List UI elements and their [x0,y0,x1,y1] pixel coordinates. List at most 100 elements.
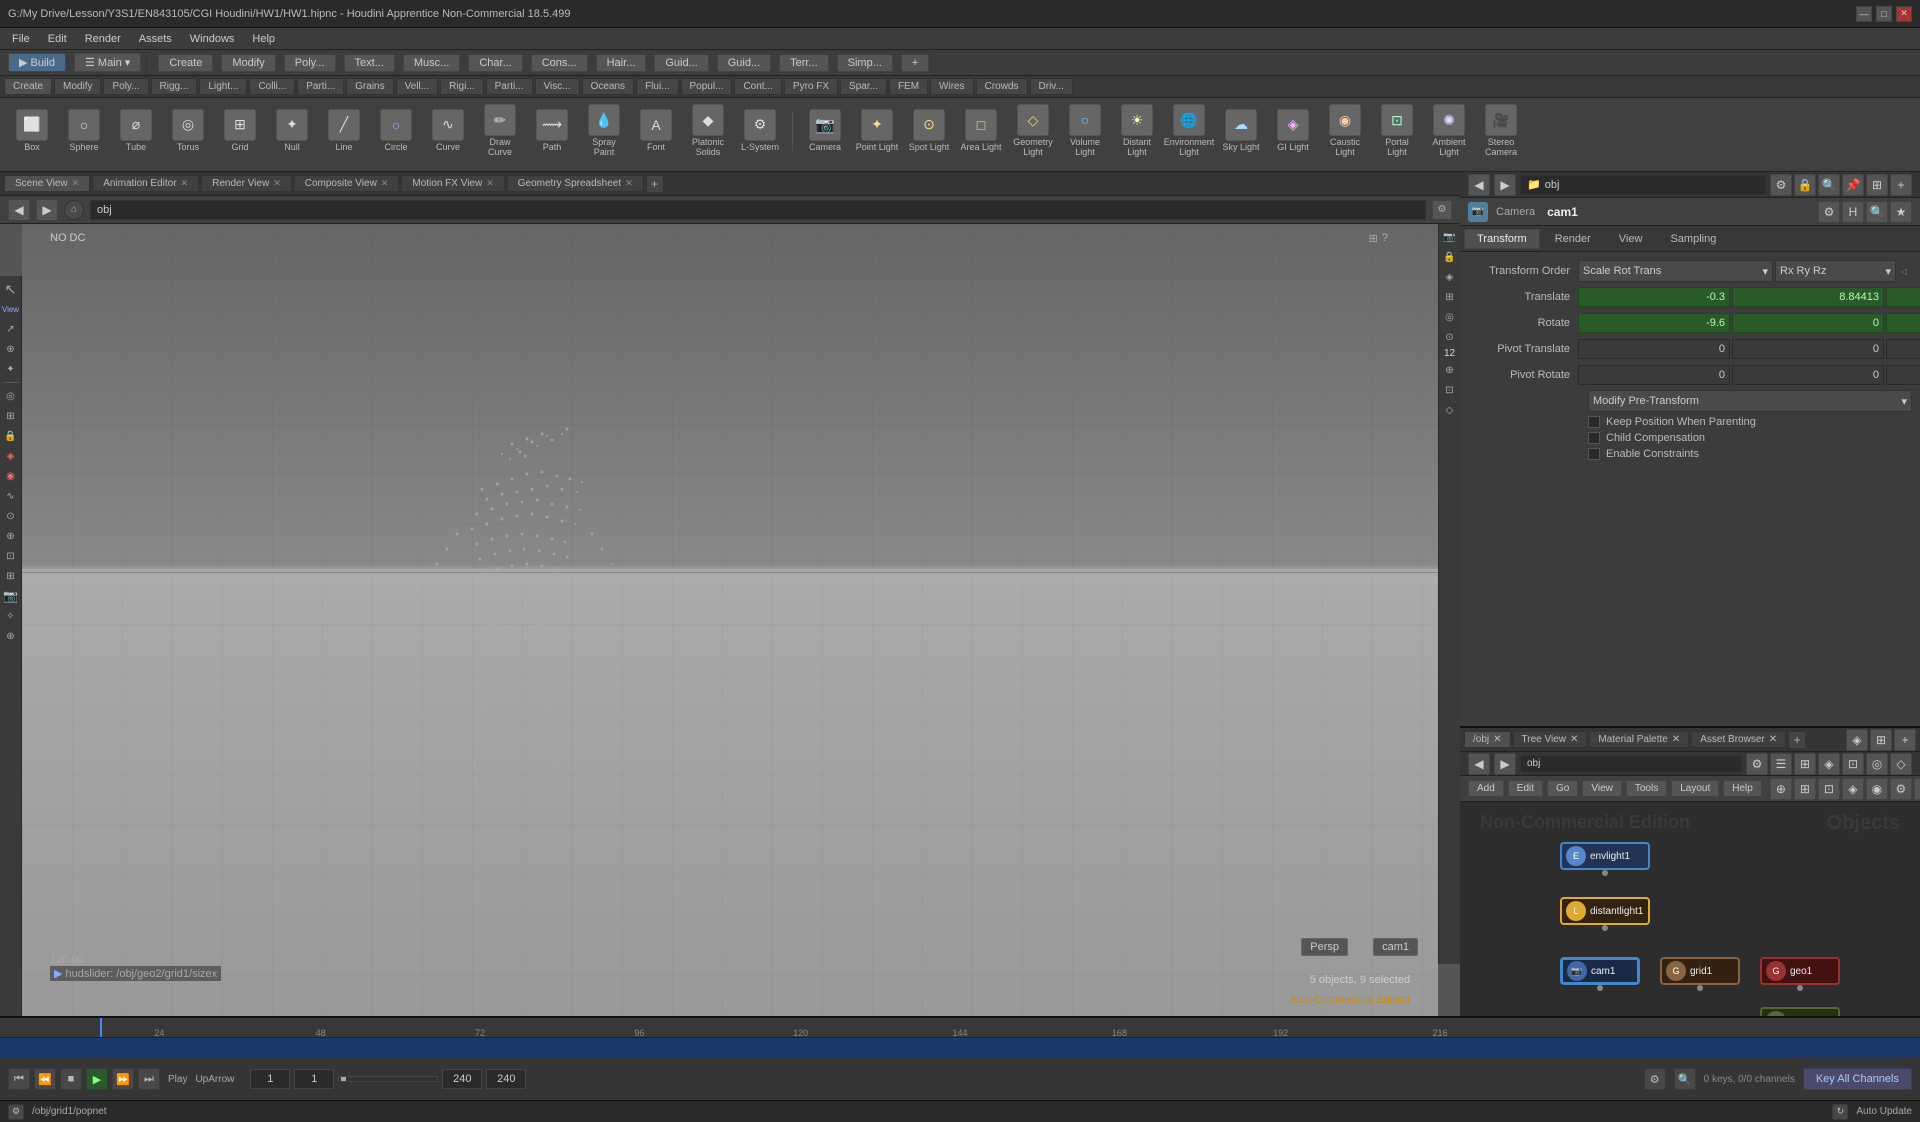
tab-motion-fx[interactable]: Motion FX View ✕ [401,175,504,192]
shelf-tab-flui[interactable]: Flui... [636,78,678,95]
tab-sampling-props[interactable]: Sampling [1657,229,1729,249]
tab-geo-spreadsheet[interactable]: Geometry Spreadsheet ✕ [507,175,644,192]
shelf-grid[interactable]: ⊞ Grid [216,107,264,155]
shelf-point-light[interactable]: ✦ Point Light [853,107,901,155]
tab-simp[interactable]: Simp... [837,54,893,72]
viewport-opt2[interactable]: ? [1382,232,1388,245]
shelf-curve[interactable]: ∿ Curve [424,107,472,155]
rp-search[interactable]: 🔍 [1818,174,1840,196]
step-back-btn[interactable]: ⏪ [34,1068,56,1090]
menu-help[interactable]: Help [244,31,283,47]
shelf-spray[interactable]: 💧 Spray Paint [580,102,628,160]
timeline-playhead[interactable] [100,1018,102,1037]
build-btn[interactable]: ▶ Build [8,53,66,72]
node-distantlight1-body[interactable]: L distantlight1 [1560,897,1650,925]
shelf-stereo-cam[interactable]: 🎥 Stereo Camera [1477,102,1525,160]
minimize-btn[interactable]: — [1856,6,1872,22]
shelf-lsystem[interactable]: ⚙ L-System [736,107,784,155]
geo-spreadsheet-close[interactable]: ✕ [625,178,633,189]
node-pin-btn[interactable]: ◈ [1846,729,1868,751]
tab-musc[interactable]: Musc... [403,54,460,72]
node-tab-tree[interactable]: Tree View ✕ [1513,731,1588,748]
node-tab-asset[interactable]: Asset Browser ✕ [1691,731,1786,748]
viewport-opt1[interactable]: ⊞ [1369,232,1378,245]
rt-extra2[interactable]: ⊡ [1441,381,1459,399]
node-grid1-body[interactable]: G grid1 [1660,957,1740,985]
shelf-circle[interactable]: ○ Circle [372,107,420,155]
node-extra3[interactable]: ◇ [1890,753,1912,775]
frame-slider[interactable] [338,1076,438,1082]
rotate-y[interactable] [1732,313,1884,333]
persp-btn[interactable]: Persp [1301,938,1348,956]
main-workspace-btn[interactable]: ☰ Main ▾ [74,53,141,72]
window-controls[interactable]: — □ ✕ [1856,6,1912,22]
tool-pivot[interactable]: ◎ [2,387,20,405]
node-geo1-body[interactable]: G geo1 [1760,957,1840,985]
shelf-tab-wire[interactable]: Wires [930,78,974,95]
tab-render-props[interactable]: Render [1542,229,1604,249]
tool-paint[interactable]: 🔒 [2,427,20,445]
shelf-geometry-light[interactable]: ◇ Geometry Light [1009,102,1057,160]
node-add-btn[interactable]: + [1894,729,1916,751]
shelf-tab-poly[interactable]: Poly... [103,78,148,95]
node-tab-asset-close[interactable]: ✕ [1769,734,1777,745]
shelf-font[interactable]: A Font [632,107,680,155]
cam-settings-btn[interactable]: ⚙ [1818,201,1840,223]
rp-add[interactable]: + [1890,174,1912,196]
node-snap2[interactable]: ⊞ [1794,778,1816,800]
composite-view-close[interactable]: ✕ [381,178,389,189]
status-settings[interactable]: ⚙ [8,1104,24,1120]
translate-z[interactable] [1886,287,1920,307]
rt-wire[interactable]: ⊙ [1441,328,1459,346]
rt-extra3[interactable]: ◇ [1441,401,1459,419]
node-tile-view[interactable]: ◈ [1818,753,1840,775]
tool-box-select[interactable]: ⊡ [2,547,20,565]
tool-lasso[interactable]: ⊕ [2,527,20,545]
add-node-tab[interactable]: + [1788,731,1806,749]
enable-constraints-checkbox[interactable] [1588,448,1600,460]
cam-search-btn[interactable]: 🔍 [1866,201,1888,223]
node-float-btn[interactable]: ⊞ [1870,729,1892,751]
node-geo2-body[interactable]: G geo2 [1760,1007,1840,1016]
keep-position-checkbox[interactable] [1588,416,1600,428]
node-settings-btn[interactable]: ⚙ [1746,753,1768,775]
translate-y[interactable] [1732,287,1884,307]
rp-fwd-btn[interactable]: ▶ [1494,174,1516,196]
viewport-3d[interactable]: ↖ View ↗ ⊕ ✦ ◎ ⊞ 🔒 ◈ ◉ ∿ ⊙ ⊕ ⊡ ⊞ 📷 ✧ ⊕ [0,224,1460,1016]
tool-camera-tool[interactable]: 📷 [2,587,20,605]
shelf-tab-cont[interactable]: Cont... [734,78,781,95]
shelf-tab-rigg[interactable]: Rigg... [151,78,198,95]
node-canvas[interactable]: Non-Commercial Edition Objects E envligh… [1460,802,1920,1016]
shelf-tab-popu[interactable]: Popul... [681,78,733,95]
node-go-btn[interactable]: Go [1547,780,1578,797]
node-grid-view[interactable]: ⊞ [1794,753,1816,775]
tool-select2[interactable]: ↗ [2,320,20,338]
shelf-sky-light[interactable]: ☁ Sky Light [1217,107,1265,155]
shelf-volume-light[interactable]: ○ Volume Light [1061,102,1109,160]
tool-magnet[interactable]: ⊙ [2,507,20,525]
node-envlight1[interactable]: E envlight1 [1560,842,1650,876]
tab-scene-view[interactable]: Scene View ✕ [4,175,90,192]
node-help-btn[interactable]: Help [1723,780,1762,797]
menu-assets[interactable]: Assets [131,31,180,47]
tab-guid1[interactable]: Guid... [654,54,708,72]
node-geo1[interactable]: G geo1 [1760,957,1840,991]
node-snap4[interactable]: ◈ [1842,778,1864,800]
shelf-tab-colli[interactable]: Colli... [249,78,295,95]
shelf-tab-crowd[interactable]: Crowds [976,78,1028,95]
tab-cons[interactable]: Cons... [531,54,588,72]
motion-fx-close[interactable]: ✕ [486,178,494,189]
shelf-tab-driv[interactable]: Driv... [1030,78,1073,95]
key-channel-settings[interactable]: ⚙ [1644,1068,1666,1090]
rotate-z[interactable] [1886,313,1920,333]
translate-x[interactable] [1578,287,1730,307]
node-snap1[interactable]: ⊕ [1770,778,1792,800]
shelf-tube[interactable]: ⌀ Tube [112,107,160,155]
shelf-ambient-light[interactable]: ✺ Ambient Light [1425,102,1473,160]
range-end-input[interactable] [486,1069,526,1089]
rp-float[interactable]: ⊞ [1866,174,1888,196]
shelf-tab-fem[interactable]: FEM [889,78,928,95]
tab-poly[interactable]: Poly... [284,54,336,72]
pivot-translate-z[interactable] [1886,339,1920,359]
menu-render[interactable]: Render [77,31,129,47]
